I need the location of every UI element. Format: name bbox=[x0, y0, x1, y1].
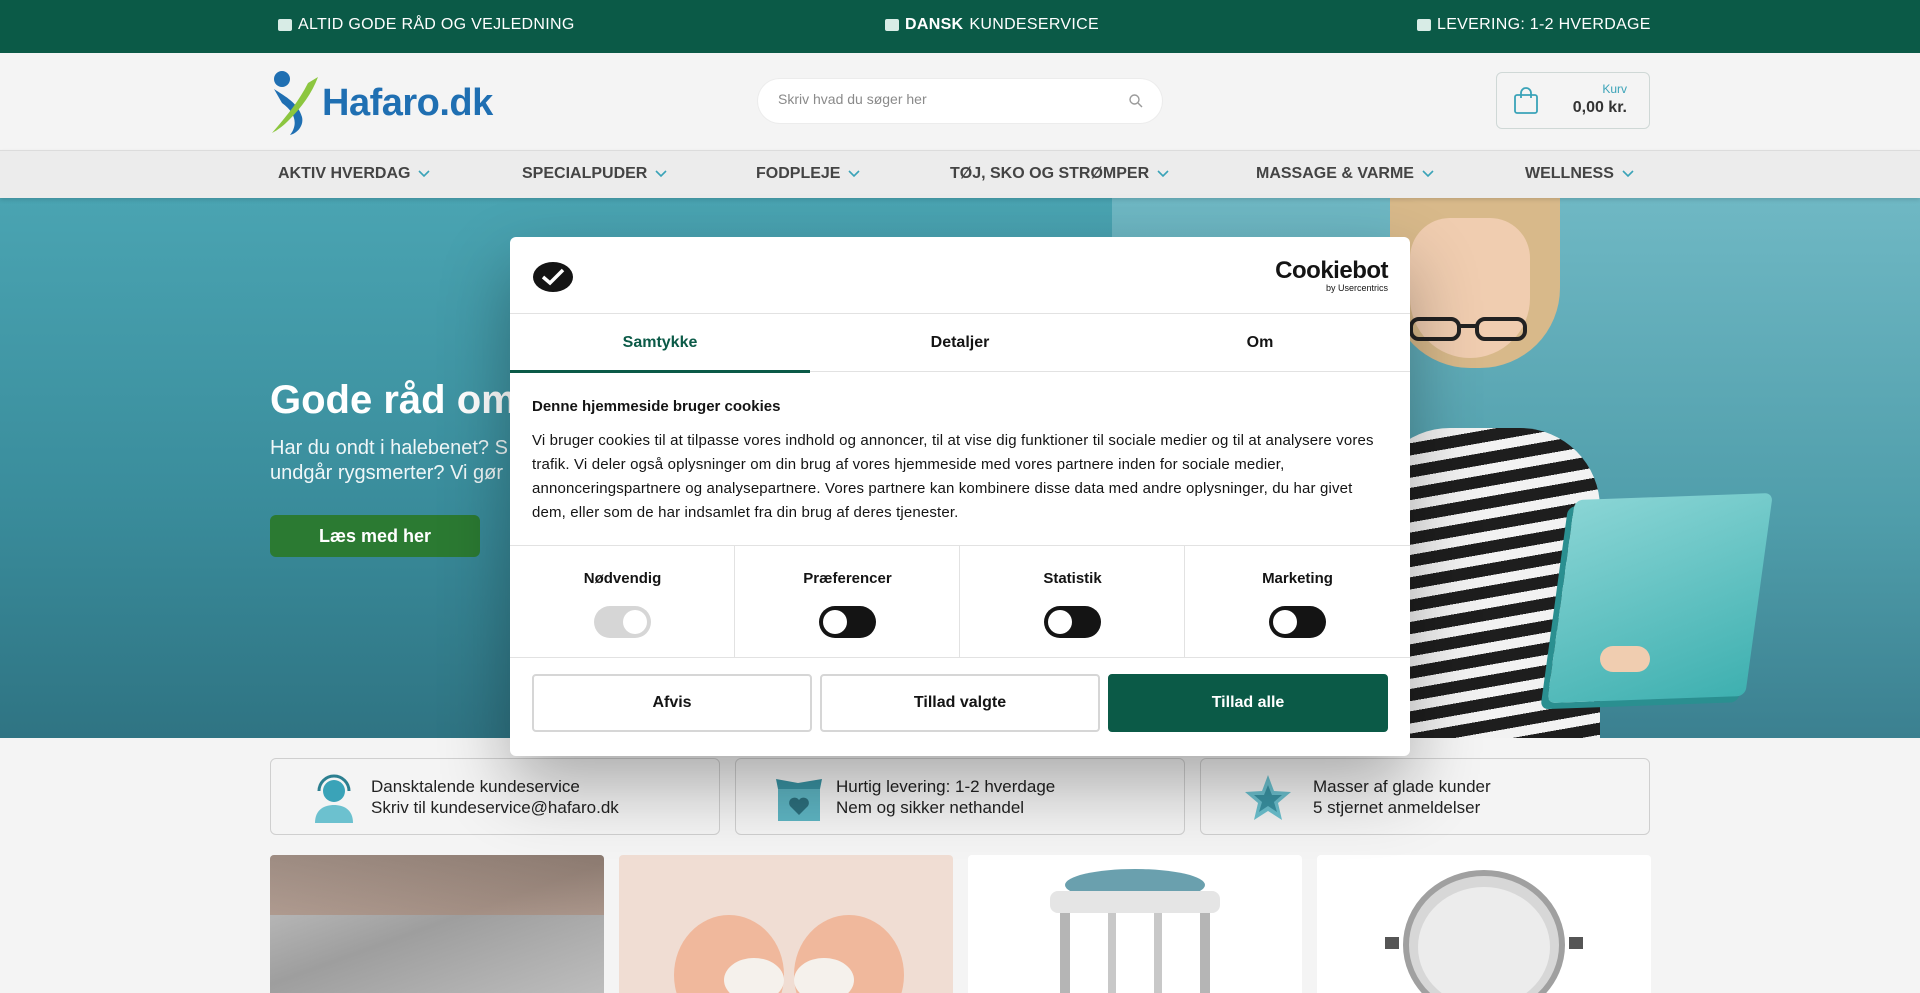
allow-selected-button[interactable]: Tillad valgte bbox=[820, 674, 1100, 732]
toggle-knob bbox=[1273, 610, 1297, 634]
category-marketing: Marketing bbox=[1185, 546, 1410, 658]
cookie-check-icon bbox=[533, 262, 573, 292]
category-praeferencer: Præferencer bbox=[735, 546, 960, 658]
dialog-actions: Afvis Tillad valgte Tillad alle bbox=[532, 674, 1388, 732]
cookiebot-brand[interactable]: Cookiebot by Usercentrics bbox=[1275, 257, 1388, 294]
tab-detaljer[interactable]: Detaljer bbox=[810, 314, 1110, 372]
deny-button[interactable]: Afvis bbox=[532, 674, 812, 732]
toggle-knob bbox=[1048, 610, 1072, 634]
dialog-title: Denne hjemmeside bruger cookies bbox=[532, 398, 781, 415]
toggle-knob bbox=[623, 610, 647, 634]
allow-all-button[interactable]: Tillad alle bbox=[1108, 674, 1388, 732]
preferences-toggle[interactable] bbox=[819, 606, 876, 638]
category-label: Marketing bbox=[1262, 570, 1333, 587]
category-statistik: Statistik bbox=[960, 546, 1185, 658]
cookie-consent-dialog: Cookiebot by Usercentrics Samtykke Detal… bbox=[510, 237, 1410, 756]
category-label: Nødvendig bbox=[583, 570, 662, 587]
tab-om[interactable]: Om bbox=[1110, 314, 1410, 372]
consent-categories: Nødvendig Præferencer Statistik Marketin… bbox=[510, 545, 1410, 658]
category-noedvendig: Nødvendig bbox=[510, 546, 735, 658]
statistics-toggle[interactable] bbox=[1044, 606, 1101, 638]
tab-samtykke[interactable]: Samtykke bbox=[510, 314, 810, 373]
dialog-tabs: Samtykke Detaljer Om bbox=[510, 314, 1410, 373]
dialog-header: Cookiebot by Usercentrics bbox=[510, 237, 1410, 314]
brand-name: Cookiebot bbox=[1275, 257, 1388, 284]
category-label: Statistik bbox=[1043, 570, 1102, 587]
dialog-description: Vi bruger cookies til at tilpasse vores … bbox=[532, 432, 1374, 521]
dialog-body: Denne hjemmeside bruger cookies Vi bruge… bbox=[532, 398, 1388, 525]
brand-subtitle: by Usercentrics bbox=[1325, 283, 1388, 293]
necessary-toggle bbox=[594, 606, 651, 638]
category-label: Præferencer bbox=[803, 570, 892, 587]
marketing-toggle[interactable] bbox=[1269, 606, 1326, 638]
toggle-knob bbox=[823, 610, 847, 634]
